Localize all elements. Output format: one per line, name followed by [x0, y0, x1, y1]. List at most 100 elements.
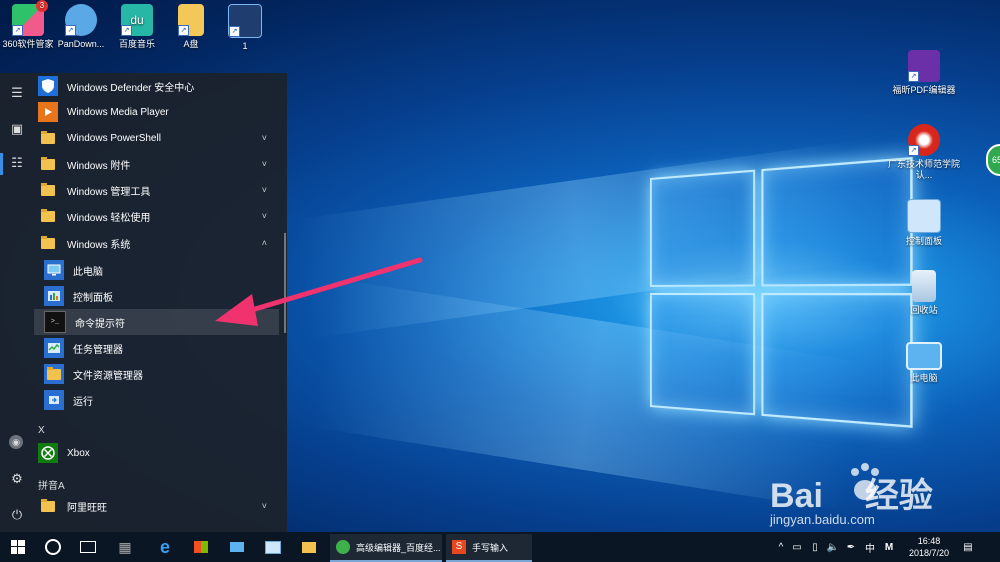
cloud-icon: ↗ — [65, 4, 97, 36]
volume-icon[interactable]: 🔈 — [824, 542, 842, 553]
desktop-icon-foxit-pdf[interactable]: ↗ 福昕PDF编辑器 — [884, 50, 964, 96]
side-float-badge[interactable]: 65 — [986, 144, 1000, 176]
app-item-windows-system[interactable]: Windows 系统 ˄ — [34, 230, 279, 256]
tiles-icon[interactable]: ▣ — [9, 121, 25, 137]
desktop-icon-recycle-bin[interactable]: 回收站 — [884, 270, 964, 316]
edge-button[interactable]: e — [150, 532, 180, 562]
chevron-down-icon[interactable]: ˅ — [262, 159, 267, 169]
app-item-task-manager[interactable]: 任务管理器 — [34, 335, 279, 361]
desktop-icon-label: 1 — [242, 41, 248, 51]
app-item-label: 控制面板 — [73, 292, 113, 304]
desktop-icon-label: 回收站 — [910, 305, 938, 315]
pen-icon[interactable]: ✒ — [842, 542, 860, 553]
task-label: 手写输入 — [472, 542, 509, 553]
section-letter-x[interactable]: X — [38, 425, 45, 436]
desktop-icon-label: 福昕PDF编辑器 — [892, 85, 956, 95]
desktop-icon-1[interactable]: ↗ 1 — [205, 4, 285, 52]
pinned-app-button[interactable]: ▦ — [110, 532, 140, 562]
task-view-button[interactable] — [72, 532, 104, 562]
computer-icon — [44, 260, 64, 280]
store-button[interactable] — [186, 532, 216, 562]
app-list-scrollbar[interactable] — [284, 233, 286, 333]
start-button[interactable] — [0, 532, 36, 562]
xbox-icon — [38, 443, 58, 463]
run-icon — [44, 390, 64, 410]
app-item-windows-defender[interactable]: Windows Defender 安全中心 — [34, 73, 279, 99]
desktop-icon-label: 百度音乐 — [118, 39, 155, 49]
control-panel-icon — [907, 199, 941, 233]
taskbar-task-handwriting[interactable]: S 手写输入 — [446, 534, 532, 562]
app-item-this-pc[interactable]: 此电脑 — [34, 257, 279, 283]
folder-icon — [38, 233, 58, 253]
pinned-computer-button[interactable] — [222, 532, 252, 562]
folder-icon — [38, 154, 58, 174]
app-item-run[interactable]: 运行 — [34, 387, 279, 413]
file-explorer-button[interactable] — [294, 532, 324, 562]
folder-icon: ↗ — [178, 4, 204, 36]
shield-icon — [38, 76, 58, 96]
shortcut-arrow-icon: ↗ — [121, 25, 132, 36]
app-item-windows-accessories[interactable]: Windows 附件 ˅ — [34, 151, 279, 177]
app-item-windows-ease-of-access[interactable]: Windows 轻松使用 ˅ — [34, 203, 279, 229]
section-letter-pinyin-a[interactable]: 拼音A — [38, 477, 65, 492]
chevron-down-icon[interactable]: ˅ — [262, 211, 267, 221]
ime-language-indicator[interactable]: 中 — [860, 540, 880, 555]
chevron-down-icon[interactable]: ˅ — [262, 501, 267, 511]
cortana-circle-icon — [45, 539, 61, 555]
shortcut-arrow-icon: ↗ — [12, 25, 23, 36]
app-item-xbox[interactable]: Xbox — [34, 440, 279, 466]
control-panel-icon — [265, 540, 281, 554]
app-item-label: Xbox — [67, 447, 90, 459]
app-item-file-explorer[interactable]: 文件资源管理器 — [34, 361, 279, 387]
app-item-label: 命令提示符 — [75, 318, 125, 330]
cortana-search-button[interactable] — [38, 532, 68, 562]
monitor-icon: ↗ — [228, 4, 262, 38]
desktop-icon-control-panel[interactable]: 控制面板 — [884, 199, 964, 247]
pinned-control-panel-button[interactable] — [258, 532, 288, 562]
chevron-up-icon[interactable]: ˄ — [262, 238, 267, 248]
recycle-bin-icon — [912, 270, 936, 302]
control-panel-icon — [44, 286, 64, 306]
network-icon[interactable]: ▭ — [788, 542, 806, 553]
start-menu: ☰ ▣ ☷ ◉ ⚙ ⏻ Windows Defender 安全中心 Window… — [0, 73, 287, 532]
power-icon[interactable]: ⏻ — [9, 507, 25, 523]
app-item-control-panel[interactable]: 控制面板 — [34, 283, 279, 309]
app-item-aliwangwang[interactable]: 阿里旺旺 ˅ — [34, 493, 279, 519]
rail-active-indicator — [0, 153, 3, 175]
chevron-down-icon[interactable]: ˅ — [262, 185, 267, 195]
desktop-icon-label: 广东技术师范学院认... — [887, 159, 960, 180]
task-manager-icon — [44, 338, 64, 358]
desktop-icon-gpnu-auth[interactable]: ↗ 广东技术师范学院认... — [884, 124, 964, 181]
hamburger-menu-icon[interactable]: ☰ — [9, 85, 25, 101]
folder-icon — [44, 364, 64, 384]
app-item-windows-admin-tools[interactable]: Windows 管理工具 ˅ — [34, 177, 279, 203]
app-item-label: Windows 系统 — [67, 239, 131, 251]
shortcut-arrow-icon: ↗ — [65, 25, 76, 36]
shortcut-arrow-icon: ↗ — [908, 145, 919, 156]
all-apps-list-icon[interactable]: ☷ — [9, 155, 25, 171]
desktop-icon-label: A盘 — [183, 39, 199, 49]
folder-icon — [302, 541, 316, 553]
shortcut-arrow-icon: ↗ — [178, 25, 189, 36]
show-hidden-icons-chevron-icon[interactable]: ^ — [774, 542, 788, 553]
windows-start-icon — [11, 540, 25, 554]
edge-icon: e — [159, 536, 170, 557]
watermark-brand2: 经验 — [864, 477, 933, 515]
system-tray: ^ ▭ ▯ 🔈 ✒ 中 M 16:48 2018/7/20 ▤ — [774, 532, 976, 562]
settings-gear-icon[interactable]: ⚙ — [9, 471, 25, 487]
app-item-windows-powershell[interactable]: Windows PowerShell ˅ — [34, 125, 279, 151]
chevron-down-icon[interactable]: ˅ — [262, 133, 267, 143]
task-label: 高级编辑器_百度经... — [356, 542, 441, 553]
battery-icon[interactable]: ▯ — [806, 542, 824, 553]
app-item-label: Windows Media Player — [67, 106, 169, 118]
ime-mode-indicator[interactable]: M — [880, 542, 898, 553]
user-avatar-icon[interactable]: ◉ — [9, 435, 23, 449]
app-item-label: Windows 轻松使用 — [67, 212, 151, 224]
app-item-command-prompt[interactable]: >_ 命令提示符 — [34, 309, 279, 335]
app-360-icon: 3 ↗ — [12, 0, 48, 36]
action-center-icon[interactable]: ▤ — [960, 542, 976, 553]
app-item-windows-media-player[interactable]: Windows Media Player — [34, 99, 279, 125]
clock[interactable]: 16:48 2018/7/20 — [898, 535, 960, 559]
desktop-icon-this-pc[interactable]: 此电脑 — [884, 342, 964, 384]
taskbar-task-editor[interactable]: 高级编辑器_百度经... — [330, 534, 442, 562]
